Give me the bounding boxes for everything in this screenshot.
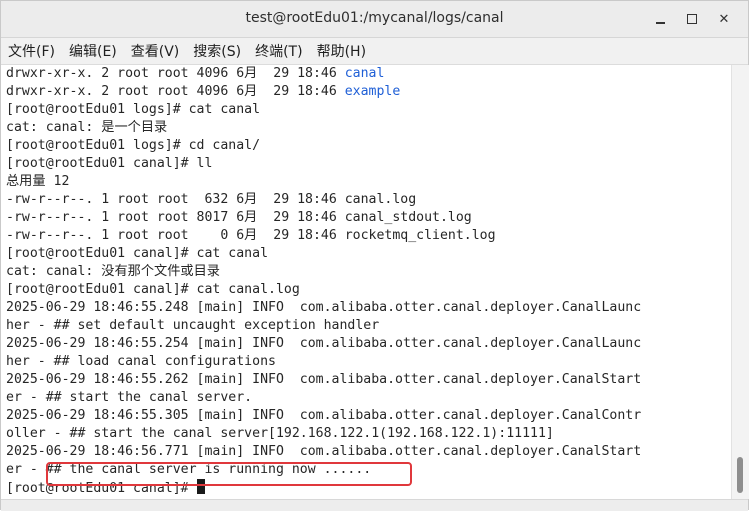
terminal-line: 2025-06-29 18:46:55.254 [main] INFO com.… (6, 336, 642, 351)
close-button[interactable]: ✕ (714, 9, 734, 29)
window-title: test@rootEdu01:/mycanal/logs/canal (245, 10, 504, 26)
terminal-line: er - ## start the canal server. (6, 390, 253, 405)
terminal-line: -rw-r--r--. 1 root root 632 6月 29 18:46 … (6, 192, 417, 207)
terminal-line: -rw-r--r--. 1 root root 0 6月 29 18:46 ro… (6, 228, 496, 243)
window-bottom-edge (1, 499, 748, 511)
terminal-output[interactable]: drwxr-xr-x. 2 root root 4096 6月 29 18:46… (1, 65, 731, 499)
terminal-line: -rw-r--r--. 1 root root 8017 6月 29 18:46… (6, 210, 472, 225)
maximize-button[interactable] (682, 9, 702, 29)
menu-bar: 文件(F) 编辑(E) 查看(V) 搜索(S) 终端(T) 帮助(H) (1, 38, 748, 65)
terminal-window: test@rootEdu01:/mycanal/logs/canal ✕ 文件(… (0, 0, 749, 511)
terminal-line: 2025-06-29 18:46:55.262 [main] INFO com.… (6, 372, 642, 387)
terminal-line: 2025-06-29 18:46:56.771 [main] INFO com.… (6, 444, 642, 459)
minimize-icon (655, 22, 665, 24)
menu-search[interactable]: 搜索(S) (186, 41, 248, 61)
maximize-icon (687, 14, 697, 24)
terminal-line: [root@rootEdu01 logs]# cd canal/ (6, 138, 261, 153)
menu-help[interactable]: 帮助(H) (310, 41, 373, 61)
terminal-line: her - ## set default uncaught exception … (6, 318, 380, 333)
terminal-line: 总用量 12 (6, 174, 70, 189)
terminal-line: [root@rootEdu01 canal]# cat canal.log (6, 282, 300, 297)
terminal-line: her - ## load canal configurations (6, 354, 276, 369)
directory-name: example (344, 84, 401, 99)
terminal-line: [root@rootEdu01 canal]# cat canal (6, 246, 269, 261)
scrollbar-thumb[interactable] (737, 457, 743, 493)
vertical-scrollbar[interactable] (731, 65, 749, 499)
terminal-line: [root@rootEdu01 canal]# ll (6, 156, 213, 171)
terminal-line: 2025-06-29 18:46:55.248 [main] INFO com.… (6, 300, 642, 315)
terminal-line: [root@rootEdu01 logs]# cat canal (6, 102, 261, 117)
title-bar[interactable]: test@rootEdu01:/mycanal/logs/canal ✕ (1, 1, 748, 38)
menu-terminal[interactable]: 终端(T) (248, 41, 309, 61)
terminal-line: drwxr-xr-x. 2 root root 4096 6月 29 18:46… (6, 84, 401, 99)
terminal-line: oller - ## start the canal server[192.16… (6, 426, 554, 441)
directory-name: canal (344, 66, 385, 81)
terminal-line: cat: canal: 是一个目录 (6, 120, 168, 135)
minimize-button[interactable] (650, 9, 670, 29)
highlight-box (46, 462, 412, 486)
close-icon: ✕ (718, 11, 730, 27)
terminal-line: cat: canal: 没有那个文件或目录 (6, 264, 220, 279)
terminal-line: 2025-06-29 18:46:55.305 [main] INFO com.… (6, 408, 642, 423)
menu-file[interactable]: 文件(F) (1, 41, 62, 61)
menu-view[interactable]: 查看(V) (124, 41, 187, 61)
terminal-line: drwxr-xr-x. 2 root root 4096 6月 29 18:46… (6, 66, 385, 81)
menu-edit[interactable]: 编辑(E) (62, 41, 124, 61)
